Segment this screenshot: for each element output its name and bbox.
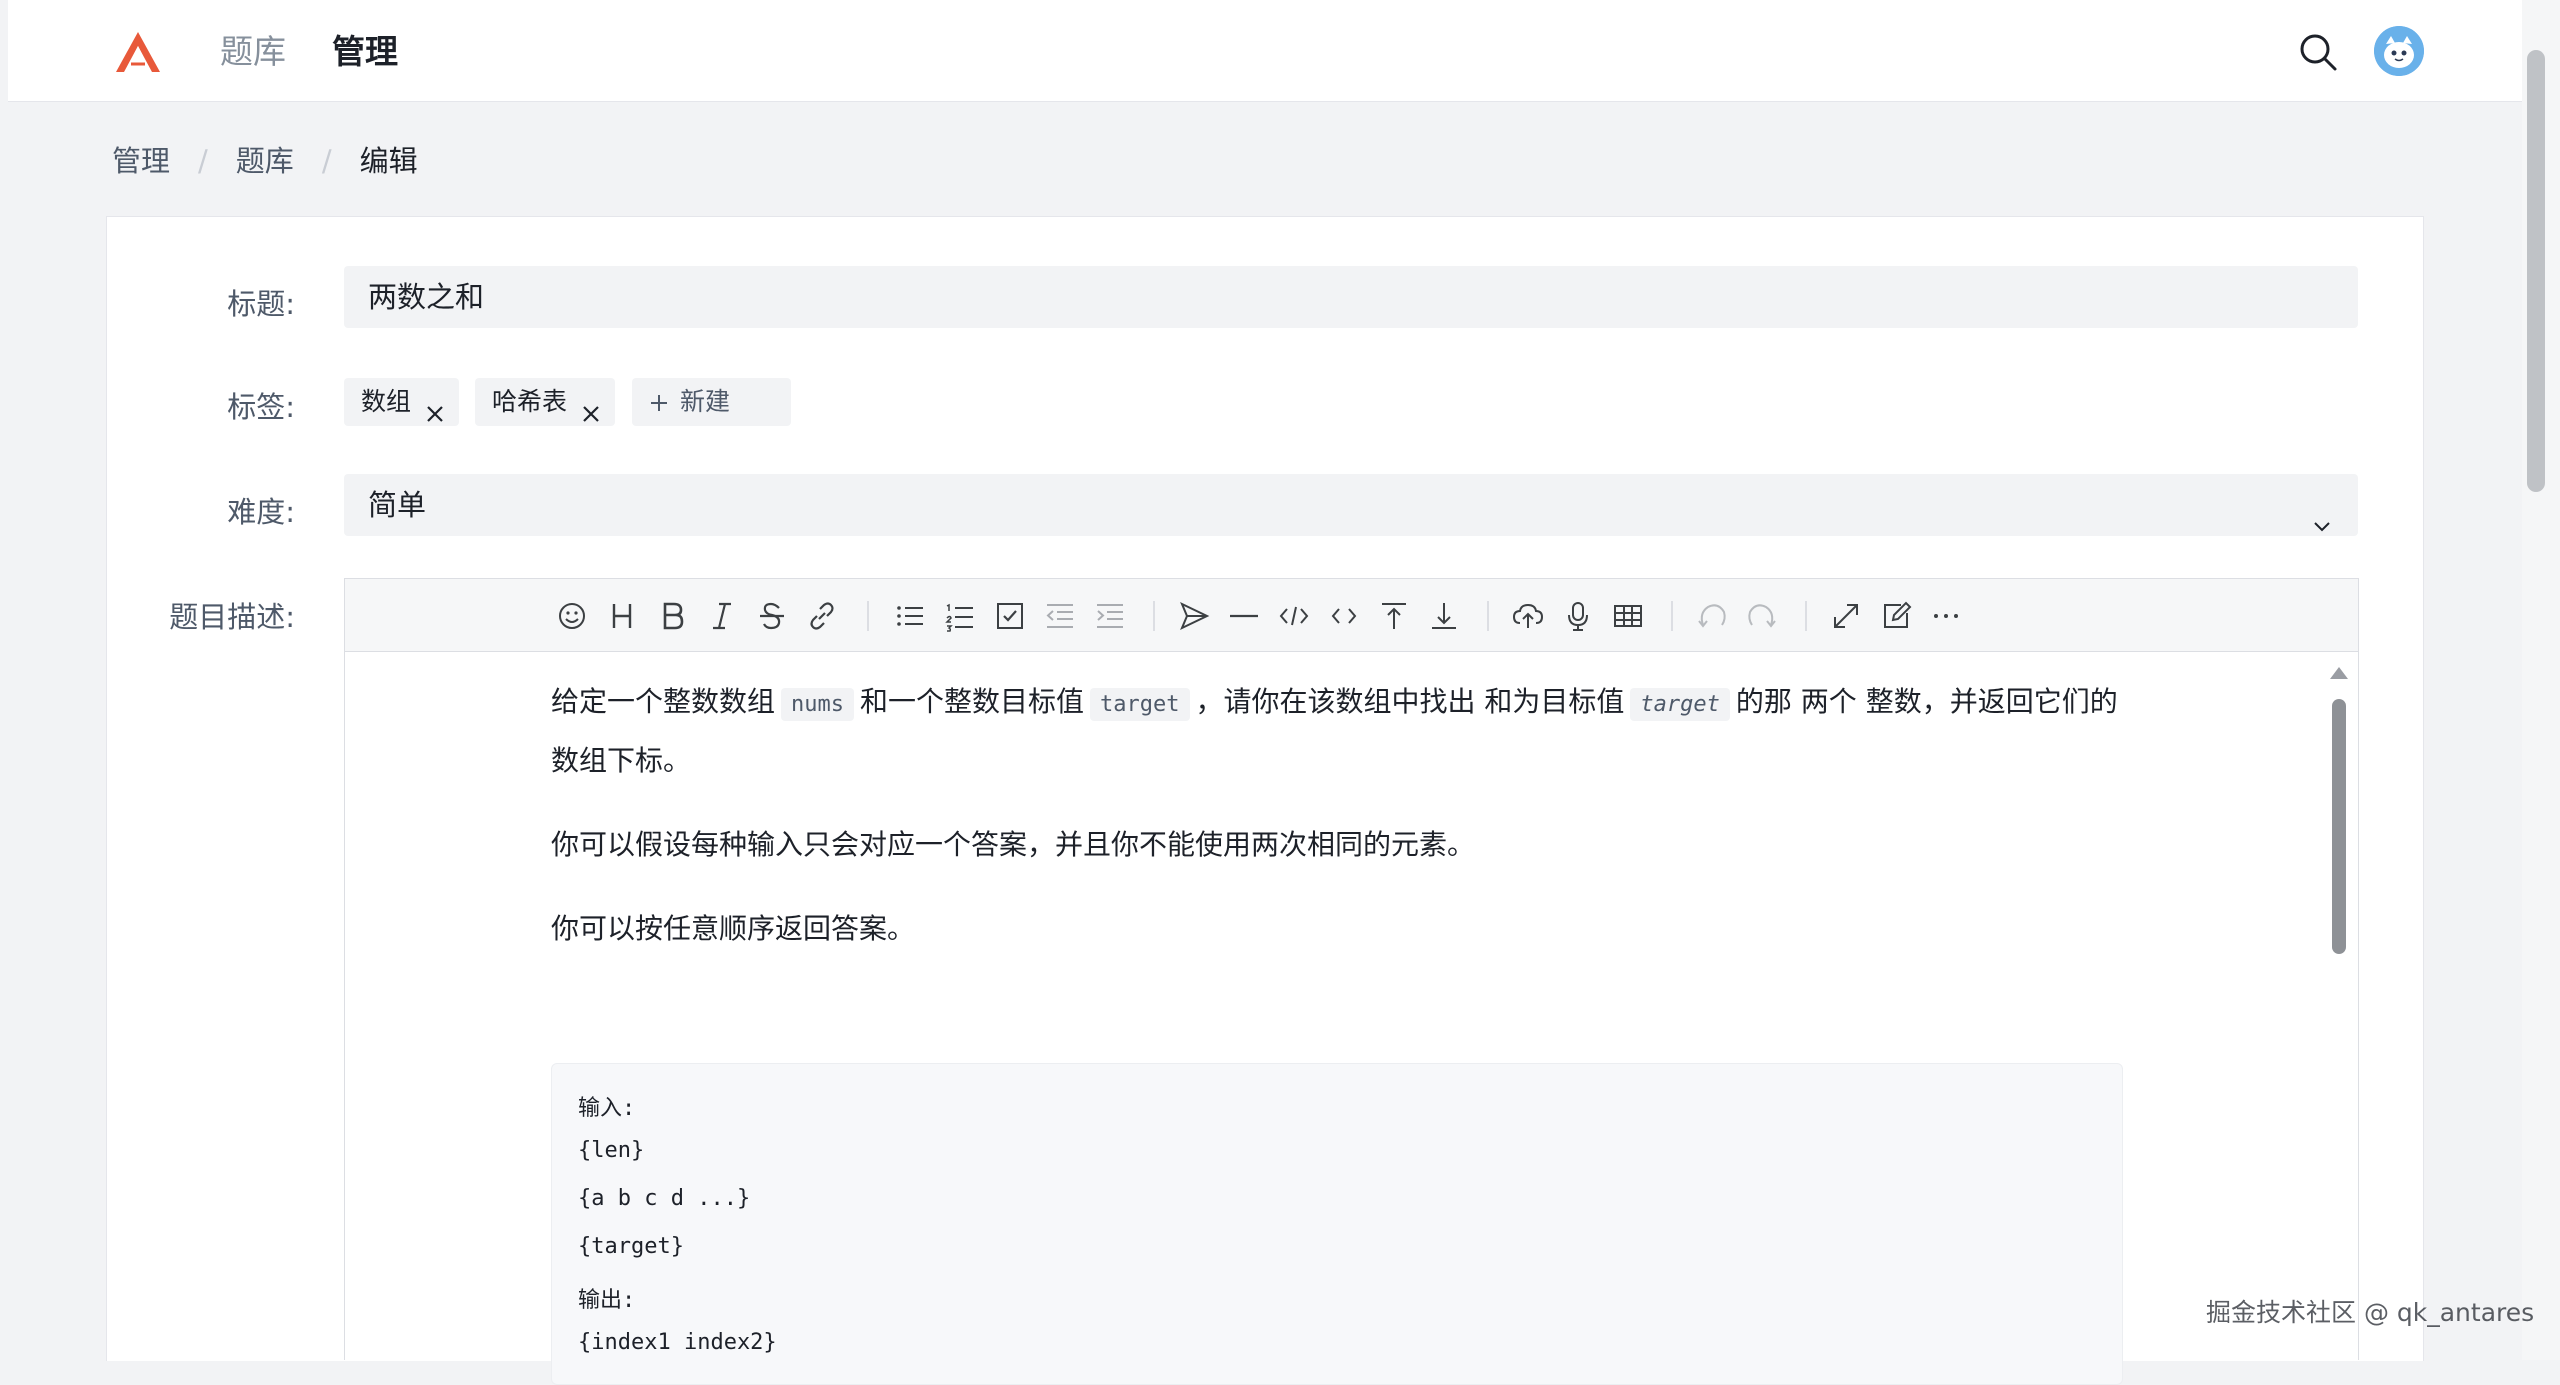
top-nav: 题库 管理 (8, 0, 2523, 102)
record-icon[interactable] (1561, 599, 1595, 633)
code-line: {target} (578, 1234, 684, 1259)
tags-label: 标签: (227, 390, 295, 424)
unordered-list-icon[interactable] (893, 599, 927, 633)
indent-icon[interactable] (1093, 599, 1127, 633)
plus-icon (650, 380, 668, 411)
inline-code: target (1090, 688, 1190, 721)
code-line: {len} (578, 1138, 645, 1163)
table-icon[interactable] (1611, 599, 1645, 633)
text-span: 给定一个整数数组 (551, 685, 776, 718)
watermark: 掘金技术社区 @ qk_antares (2206, 1298, 2535, 1327)
insert-after-icon[interactable] (1427, 599, 1461, 633)
scroll-up-arrow-icon[interactable] (2330, 667, 2348, 679)
outdent-icon[interactable] (1043, 599, 1077, 633)
quote-icon[interactable] (1177, 599, 1211, 633)
code-block: 输入: {len} {a b c d ...} {target} 输出: {in… (551, 1063, 2123, 1385)
title-label: 标题: (227, 287, 295, 321)
close-icon[interactable] (581, 392, 601, 422)
toolbar-divider (1805, 601, 1807, 631)
nav-item-guanli[interactable]: 管理 (332, 30, 398, 74)
difficulty-select[interactable]: 简单 (344, 474, 2358, 536)
heading-icon[interactable] (605, 599, 639, 633)
insert-before-icon[interactable] (1377, 599, 1411, 633)
more-icon[interactable] (1929, 599, 1963, 633)
inline-code-icon[interactable] (1327, 599, 1361, 633)
upload-icon[interactable] (1511, 599, 1545, 633)
avatar[interactable] (2374, 26, 2424, 76)
edit-mode-icon[interactable] (1879, 599, 1913, 633)
markdown-editor: 给定一个整数数组 nums 和一个整数目标值 target ，请你在该数组中找出 和为目… (344, 578, 2359, 1385)
toolbar-divider (1487, 601, 1489, 631)
chevron-down-icon (2312, 495, 2332, 532)
description-paragraph: 你可以按任意顺序返回答案。 (551, 912, 916, 945)
breadcrumb-item-edit: 编辑 (359, 144, 418, 178)
text-span: ，请你在该数组中找出 和为目标值 (1195, 685, 1625, 718)
editor-scrollbar-thumb[interactable] (2332, 699, 2346, 954)
toolbar-divider (1153, 601, 1155, 631)
code-line: {index1 index2} (578, 1330, 777, 1355)
add-tag-label: 新建 (680, 387, 731, 416)
add-tag-button[interactable]: 新建 (632, 378, 791, 426)
close-icon[interactable] (425, 392, 445, 422)
breadcrumb: 管理 / 题库 / 编辑 (112, 141, 418, 181)
text-span: 和一个整数目标值 (860, 685, 1085, 718)
italic-icon[interactable] (705, 599, 739, 633)
nav-item-tiku[interactable]: 题库 (220, 30, 286, 74)
toolbar-divider (867, 601, 869, 631)
strike-icon[interactable] (755, 599, 789, 633)
redo-icon[interactable] (1745, 599, 1779, 633)
description-paragraph: 给定一个整数数组 nums 和一个整数目标值 target ，请你在该数组中找出 和为目… (551, 674, 2121, 789)
inline-code: nums (781, 688, 854, 721)
tag-label: 数组 (361, 387, 412, 416)
ordered-list-icon[interactable] (943, 599, 977, 633)
title-input[interactable]: 两数之和 (344, 266, 2358, 328)
search-icon[interactable] (2298, 32, 2338, 72)
difficulty-value: 简单 (368, 488, 427, 522)
tag-label: 哈希表 (492, 387, 568, 416)
breadcrumb-item-tiku[interactable]: 题库 (236, 141, 294, 181)
link-icon[interactable] (805, 599, 839, 633)
breadcrumb-separator: / (198, 144, 208, 178)
editor-content[interactable]: 给定一个整数数组 nums 和一个整数目标值 target ，请你在该数组中找出 和为目… (551, 674, 2121, 985)
tag-item: 哈希表 (475, 378, 615, 426)
description-paragraph: 你可以假设每种输入只会对应一个答案，并且你不能使用两次相同的元素。 (551, 828, 1476, 861)
breadcrumb-separator: / (321, 144, 332, 178)
toolbar-divider (1671, 601, 1673, 631)
code-line: 输入: (578, 1096, 636, 1121)
checklist-icon[interactable] (993, 599, 1027, 633)
difficulty-label: 难度: (227, 495, 295, 529)
code-line: 输出: (578, 1288, 636, 1313)
breadcrumb-item-guanli[interactable]: 管理 (112, 141, 170, 181)
code-line: {a b c d ...} (578, 1186, 751, 1211)
bold-icon[interactable] (655, 599, 689, 633)
emoji-icon[interactable] (555, 599, 589, 633)
inline-code: target (1630, 688, 1730, 721)
logo-icon[interactable] (113, 30, 163, 74)
fullscreen-icon[interactable] (1829, 599, 1863, 633)
description-label: 题目描述: (169, 600, 295, 634)
page-scrollbar-thumb[interactable] (2527, 50, 2545, 492)
line-icon[interactable] (1227, 599, 1261, 633)
code-icon[interactable] (1277, 599, 1311, 633)
editor-toolbar (345, 579, 2358, 652)
undo-icon[interactable] (1695, 599, 1729, 633)
tag-item: 数组 (344, 378, 459, 426)
